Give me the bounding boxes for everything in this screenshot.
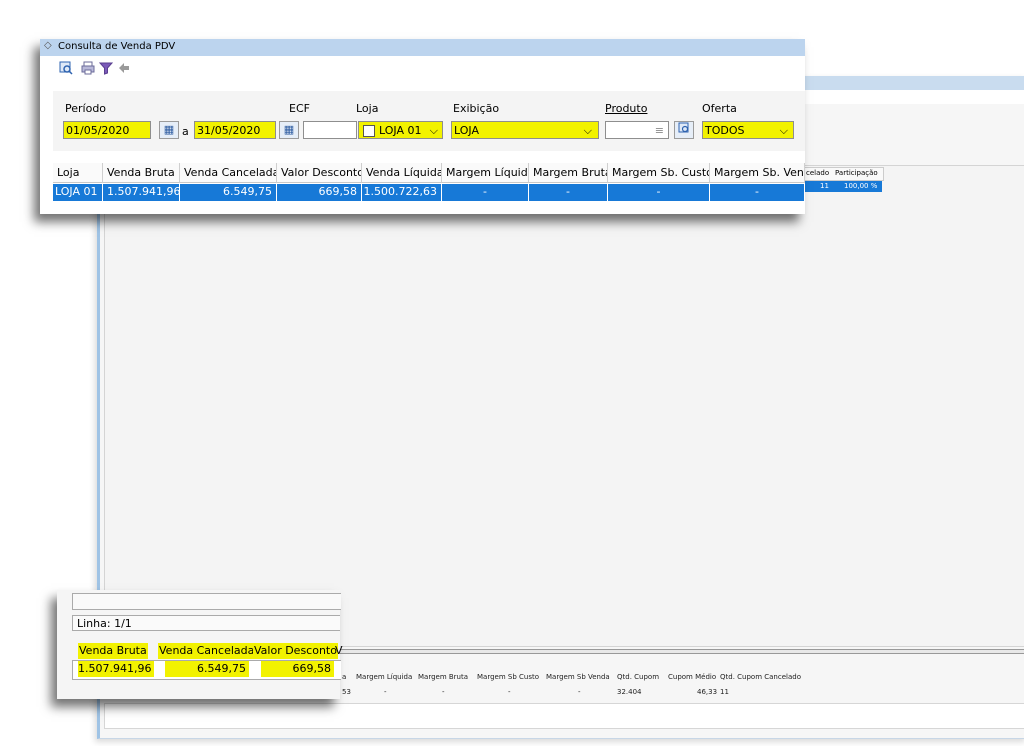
splitter[interactable] <box>340 649 1024 654</box>
summary-label-partial: V <box>335 644 343 657</box>
periodo-start-field[interactable]: 01/05/2020 <box>63 121 151 139</box>
window-icon: ◇ <box>44 40 52 51</box>
footer-value: - <box>578 688 581 696</box>
grid-header-margem-liquida[interactable]: Margem Líquida <box>442 163 529 183</box>
grid-cell-loja[interactable]: LOJA 01 <box>53 184 103 201</box>
summary-value-venda-cancelada: 6.549,75 <box>165 661 249 677</box>
filter-panel: Período 01/05/2020 ▦ a 31/05/2020 ▦ ECF … <box>53 91 805 151</box>
grid-header-cancelado: celado <box>806 169 830 177</box>
exibicao-select[interactable]: LOJA ⌵ <box>451 121 599 139</box>
grid-header-participacao: Participação <box>835 169 878 177</box>
footer-value: - <box>442 688 445 696</box>
list-icon: ≡ <box>654 124 664 137</box>
sales-grid: Loja Venda Bruta Venda Cancelada Valor D… <box>53 163 805 201</box>
calendar-icon[interactable]: ▦ <box>159 121 179 139</box>
loja-value: LOJA 01 <box>379 124 422 137</box>
grid-cell-participacao: 100,00 % <box>844 182 878 190</box>
chevron-down-icon[interactable]: ⌵ <box>780 122 788 140</box>
checkbox-icon[interactable] <box>363 125 375 137</box>
footer-value: 53 <box>342 688 351 696</box>
footer-value: 32.404 <box>617 688 642 696</box>
print-icon[interactable] <box>80 61 96 77</box>
grid-cell-margem-bruta[interactable]: - <box>529 184 608 201</box>
filter-icon[interactable] <box>98 61 114 77</box>
periodo-separator: a <box>182 125 189 138</box>
grid-header-margem-bruta[interactable]: Margem Bruta <box>529 163 608 183</box>
periodo-end-field[interactable]: 31/05/2020 <box>194 121 276 139</box>
row-counter: Linha: 1/1 <box>72 615 340 631</box>
grid-cell-margem-sb-venda[interactable]: - <box>710 184 805 201</box>
oferta-value: TODOS <box>705 124 745 137</box>
background-grid-panel <box>104 165 1024 647</box>
loja-label: Loja <box>356 102 379 115</box>
background-footer-values: 53 - - - - 32.404 46,33 11 <box>342 686 1024 698</box>
grid-header-venda-bruta[interactable]: Venda Bruta <box>103 163 180 183</box>
footer-value: 46,33 <box>697 688 718 696</box>
chevron-down-icon[interactable]: ⌵ <box>584 122 592 140</box>
calendar-icon[interactable]: ▦ <box>279 121 299 139</box>
summary-label-venda-bruta: Venda Bruta <box>78 643 148 659</box>
background-footer-labels: a Margem Líquida Margem Bruta Margem Sb … <box>342 671 1024 685</box>
grid-header-valor-desconto[interactable]: Valor Desconto <box>277 163 362 183</box>
footer-label: Cupom Médio <box>668 673 717 681</box>
produto-link[interactable]: Produto <box>605 102 647 115</box>
grid-header-margem-sb-venda[interactable]: Margem Sb. Venda <box>710 163 805 183</box>
chevron-down-icon[interactable]: ⌵ <box>430 122 438 140</box>
summary-value-valor-desconto: 669,58 <box>261 661 334 677</box>
summary-value-venda-bruta: 1.507.941,96 <box>78 661 154 677</box>
oferta-select[interactable]: TODOS ⌵ <box>702 121 794 139</box>
periodo-label: Período <box>65 102 107 115</box>
grid-cell-venda-cancelada[interactable]: 6.549,75 <box>180 184 277 201</box>
background-grid-header-fragment: celado Participação <box>804 167 884 181</box>
summary-label-venda-cancelada: Venda Cancelada <box>158 643 256 659</box>
footer-label: Margem Líquida <box>356 673 413 681</box>
grid-header-venda-cancelada[interactable]: Venda Cancelada <box>180 163 277 183</box>
consulta-venda-window: ◇ Consulta de Venda PDV Período 01/05/20… <box>40 39 805 214</box>
footer-label: Qtd. Cupom <box>617 673 660 681</box>
search-icon[interactable] <box>58 61 74 77</box>
footer-label: Margem Bruta <box>418 673 469 681</box>
summary-label-valor-desconto: Valor Desconto <box>253 643 338 659</box>
toolbar <box>40 57 805 79</box>
summary-panel: Linha: 1/1 Venda Bruta Venda Cancelada V… <box>57 590 343 699</box>
window-titlebar[interactable]: ◇ Consulta de Venda PDV <box>40 39 805 56</box>
grid-cell-cancelado: 11 <box>820 182 829 190</box>
background-grid-row-fragment[interactable]: 11 100,00 % <box>804 181 882 192</box>
produto-field[interactable]: ≡ <box>605 121 669 139</box>
oferta-label: Oferta <box>702 102 737 115</box>
summary-top-box <box>72 593 341 610</box>
loja-select[interactable]: LOJA 01 ⌵ <box>358 121 443 139</box>
grid-cell-margem-liquida[interactable]: - <box>442 184 529 201</box>
exibicao-label: Exibição <box>453 102 500 115</box>
footer-label: Margem Sb Custo <box>477 673 539 681</box>
footer-label: a <box>342 673 347 681</box>
footer-value: - <box>384 688 387 696</box>
exibicao-value: LOJA <box>454 124 479 137</box>
grid-header-venda-liquida[interactable]: Venda Líquida <box>362 163 442 183</box>
ecf-label: ECF <box>289 102 310 115</box>
window-title: Consulta de Venda PDV <box>58 41 176 52</box>
footer-value: - <box>508 688 511 696</box>
grid-header-loja[interactable]: Loja <box>53 163 103 183</box>
background-footer-box <box>104 703 1024 729</box>
grid-cell-venda-bruta[interactable]: 1.507.941,96 <box>103 184 180 201</box>
grid-cell-valor-desconto[interactable]: 669,58 <box>277 184 362 201</box>
ecf-field[interactable] <box>303 121 357 139</box>
grid-cell-venda-liquida[interactable]: 1.500.722,63 <box>362 184 442 201</box>
footer-label: Qtd. Cupom Cancelado <box>720 673 801 681</box>
grid-header-margem-sb-custo[interactable]: Margem Sb. Custo <box>608 163 710 183</box>
lookup-icon[interactable] <box>674 121 694 139</box>
footer-label: Margem Sb Venda <box>546 673 610 681</box>
back-arrow-icon[interactable] <box>116 61 132 77</box>
footer-value: 11 <box>720 688 729 696</box>
grid-cell-margem-sb-custo[interactable]: - <box>608 184 710 201</box>
